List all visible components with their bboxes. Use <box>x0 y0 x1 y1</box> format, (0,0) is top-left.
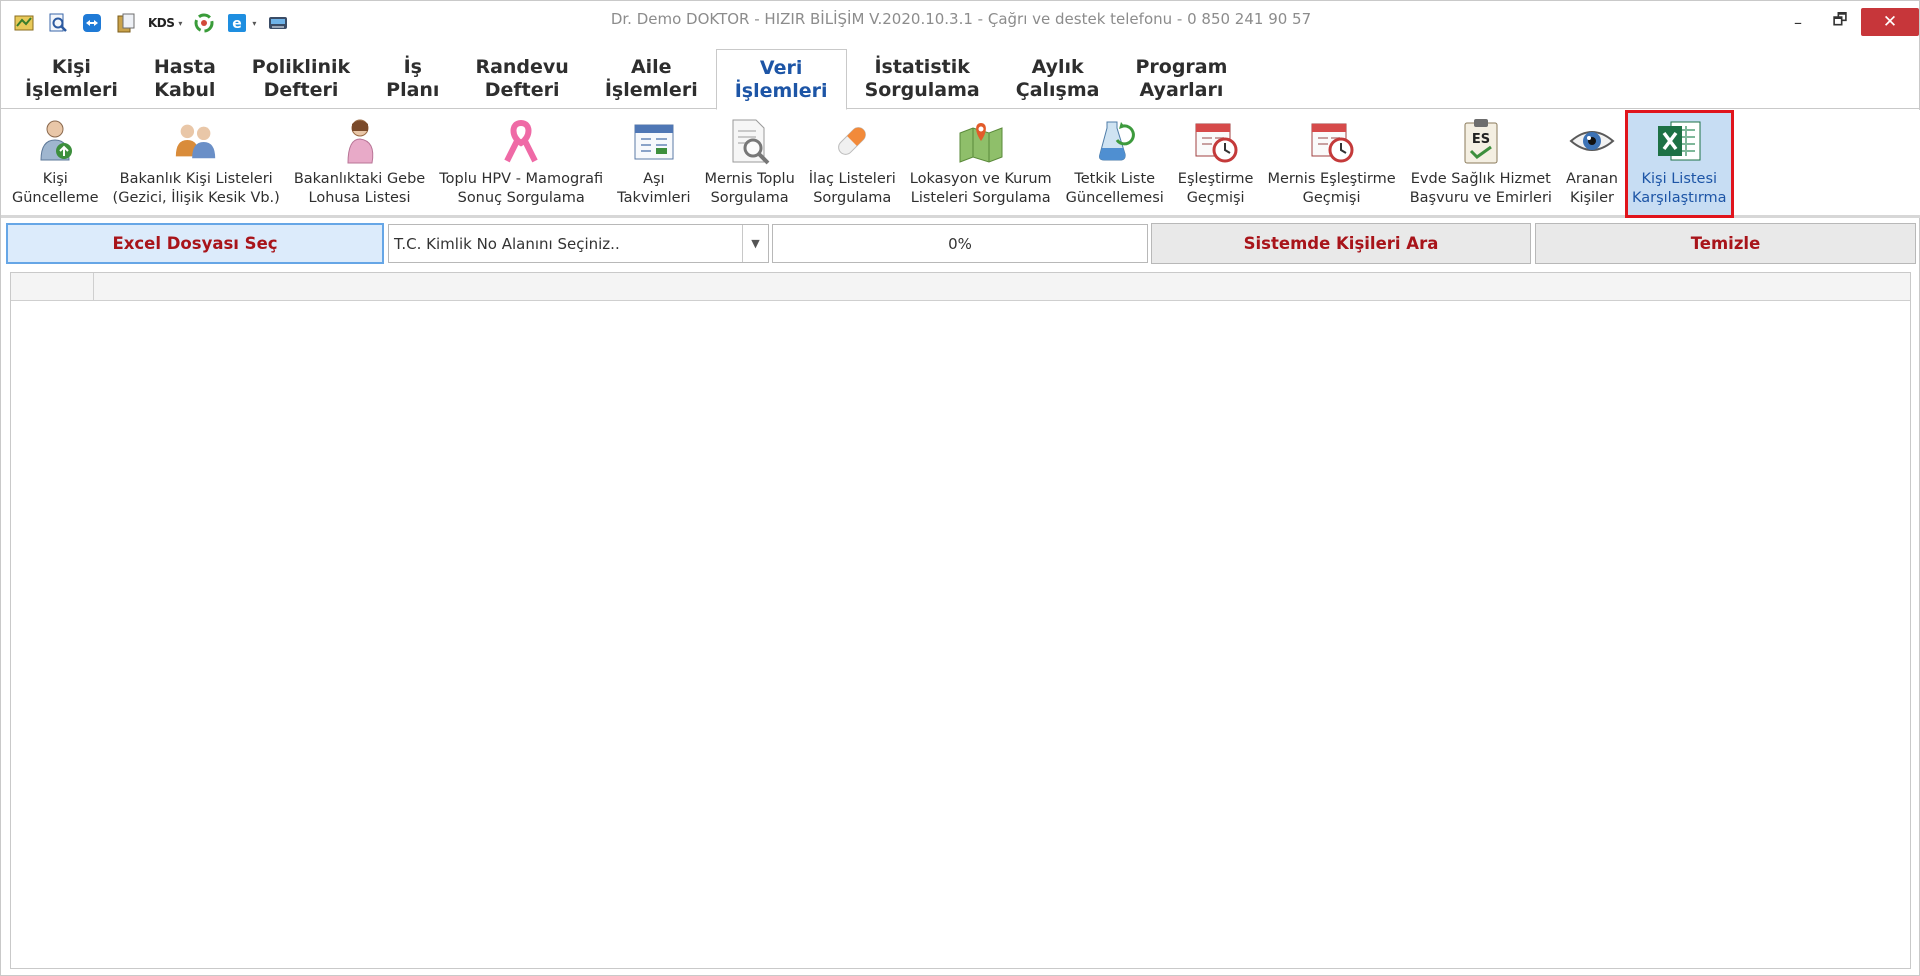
excel-file-select-button[interactable]: Excel Dosyası Seç <box>6 223 384 264</box>
ribbon-label: Tetkik Liste Güncellemesi <box>1065 171 1164 206</box>
es-clipboard-icon: ES <box>1464 119 1498 164</box>
kds-label: KDS <box>148 16 175 30</box>
tab-program-ayarlari[interactable]: Program Ayarları <box>1117 49 1245 109</box>
pink-ribbon-icon <box>504 119 538 163</box>
qat-map-button[interactable] <box>9 8 39 38</box>
ribbon-label: Toplu HPV - Mamografi Sonuç Sorgulama <box>439 171 604 206</box>
ribbon-tabs: Kişi İşlemleri Hasta Kabul Poliklinik De… <box>1 49 1920 110</box>
restore-button[interactable]: 🗗 <box>1819 8 1861 36</box>
evde-saglik-hizmet-button[interactable]: ES Evde Sağlık Hizmet Başvuru ve Emirler… <box>1403 110 1559 218</box>
toplu-hpv-mamografi-button[interactable]: Toplu HPV - Mamografi Sonuç Sorgulama <box>432 110 610 218</box>
progress-bar: 0% <box>772 224 1148 263</box>
excel-file-select-label: Excel Dosyası Seç <box>112 234 278 253</box>
eye-icon <box>1569 131 1615 151</box>
clear-button[interactable]: Temizle <box>1535 223 1916 264</box>
tab-istatistik-sorgulama[interactable]: İstatistik Sorgulama <box>847 49 998 109</box>
calendar-clock-icon <box>1311 123 1354 163</box>
es-text: ES <box>1472 132 1490 147</box>
grid-header <box>11 273 1910 301</box>
calendar-icon <box>634 124 674 160</box>
progress-text: 0% <box>948 234 972 253</box>
clear-label: Temizle <box>1690 234 1761 253</box>
aranan-kisiler-button[interactable]: Aranan Kişiler <box>1559 110 1625 218</box>
chevron-down-icon[interactable]: ▼ <box>742 225 768 262</box>
tab-kisi-islemleri[interactable]: Kişi İşlemleri <box>7 49 136 109</box>
ribbon-label: Kişi Listesi Karşılaştırma <box>1631 171 1727 206</box>
person-update-icon <box>40 120 73 161</box>
ribbon-label: Bakanlıktaki Gebe Lohusa Listesi <box>293 171 426 206</box>
tc-column-select[interactable]: T.C. Kimlik No Alanını Seçiniz.. ▼ <box>388 224 769 263</box>
document-search-icon <box>732 119 770 165</box>
title-bar: KDS ▾ e ▾ Dr. Demo DOKTOR - HIZIR BİLİŞİ… <box>1 1 1920 45</box>
command-row: Excel Dosyası Seç T.C. Kimlik No Alanını… <box>6 223 1916 265</box>
ribbon-label: Eşleştirme Geçmişi <box>1177 171 1254 206</box>
application-window: KDS ▾ e ▾ Dr. Demo DOKTOR - HIZIR BİLİŞİ… <box>0 0 1920 976</box>
minimize-button[interactable]: – <box>1777 8 1819 36</box>
bakanlik-kisi-listeleri-button[interactable]: Bakanlık Kişi Listeleri (Gezici, İlişik … <box>106 110 287 218</box>
ribbon-label: Mernis Toplu Sorgulama <box>704 171 795 206</box>
lokasyon-kurum-listeleri-button[interactable]: Lokasyon ve Kurum Listeleri Sorgulama <box>903 110 1059 218</box>
map-pin-icon <box>959 123 1003 163</box>
ribbon-label: Aranan Kişiler <box>1565 171 1618 206</box>
tab-hasta-kabul[interactable]: Hasta Kabul <box>136 49 234 109</box>
svg-text:e: e <box>233 16 243 32</box>
tc-column-select-value: T.C. Kimlik No Alanını Seçiniz.. <box>394 234 620 253</box>
excel-icon <box>1658 121 1701 161</box>
mernis-eslestirme-gecmisi-button[interactable]: Mernis Eşleştirme Geçmişi <box>1260 110 1402 218</box>
tab-poliklinik-defteri[interactable]: Poliklinik Defteri <box>234 49 368 109</box>
magnifier-document-icon <box>49 13 67 32</box>
search-people-button[interactable]: Sistemde Kişileri Ara <box>1151 223 1531 264</box>
eslestirme-gecmisi-button[interactable]: Eşleştirme Geçmişi <box>1171 110 1261 218</box>
asi-takvimleri-button[interactable]: Aşı Takvimleri <box>610 110 697 218</box>
tetkik-liste-guncellemesi-button[interactable]: Tetkik Liste Güncellemesi <box>1059 110 1171 218</box>
map-icon <box>14 15 34 31</box>
tab-aile-islemleri[interactable]: Aile İşlemleri <box>587 49 716 109</box>
row-indicator-header <box>11 273 94 300</box>
ribbon-label: Aşı Takvimleri <box>617 171 691 206</box>
tab-randevu-defteri[interactable]: Randevu Defteri <box>457 49 586 109</box>
chevron-down-icon: ▾ <box>252 18 257 28</box>
ribbon-label: Evde Sağlık Hizmet Başvuru ve Emirleri <box>1409 171 1552 206</box>
search-people-label: Sistemde Kişileri Ara <box>1243 234 1439 253</box>
ribbon-toolbar: Kişi Güncelleme Bakanlık Kişi Listeleri … <box>1 110 1920 218</box>
ilac-listeleri-sorgulama-button[interactable]: İlaç Listeleri Sorgulama <box>802 110 903 218</box>
mernis-toplu-sorgulama-button[interactable]: Mernis Toplu Sorgulama <box>698 110 802 218</box>
calendar-clock-icon <box>1195 123 1238 163</box>
qat-browser-button[interactable]: e ▾ <box>223 8 259 38</box>
close-button[interactable]: ✕ <box>1861 8 1919 36</box>
qat-clipboard-button[interactable] <box>111 8 141 38</box>
window-controls: – 🗗 ✕ <box>1777 8 1919 36</box>
quick-access-toolbar: KDS ▾ e ▾ <box>1 8 293 38</box>
qat-recycle-button[interactable] <box>189 8 219 38</box>
ribbon-label: İlaç Listeleri Sorgulama <box>808 171 896 206</box>
gebe-lohusa-listesi-button[interactable]: Bakanlıktaki Gebe Lohusa Listesi <box>287 110 432 218</box>
ribbon-label: Bakanlık Kişi Listeleri (Gezici, İlişik … <box>112 171 280 206</box>
data-grid[interactable] <box>10 272 1911 969</box>
ribbon-label: Mernis Eşleştirme Geçmişi <box>1267 171 1396 206</box>
recycle-icon <box>194 13 214 33</box>
clipboard-icon <box>117 13 135 33</box>
minimize-icon: – <box>1794 12 1802 32</box>
kisi-guncelleme-button[interactable]: Kişi Güncelleme <box>5 110 106 218</box>
chevron-down-icon: ▾ <box>178 18 183 28</box>
lab-refresh-icon <box>1098 121 1135 161</box>
tab-aylik-calisma[interactable]: Aylık Çalışma <box>998 49 1118 109</box>
scanner-icon <box>269 17 288 29</box>
ribbon-label: Kişi Güncelleme <box>12 171 99 206</box>
people-group-icon <box>176 124 216 159</box>
qat-kds-button[interactable]: KDS ▾ <box>145 8 185 38</box>
tab-veri-islemleri[interactable]: Veri İşlemleri <box>715 49 847 110</box>
tab-is-plani[interactable]: İş Planı <box>368 49 457 109</box>
qat-search-button[interactable] <box>43 8 73 38</box>
pill-icon <box>838 127 867 155</box>
qat-scanner-button[interactable] <box>263 8 293 38</box>
remote-support-icon <box>83 14 101 32</box>
browser-icon: e <box>228 14 247 32</box>
ribbon-label: Lokasyon ve Kurum Listeleri Sorgulama <box>909 171 1052 206</box>
kisi-listesi-karsilastirma-button[interactable]: Kişi Listesi Karşılaştırma <box>1624 110 1734 218</box>
restore-icon: 🗗 <box>1832 9 1848 29</box>
close-icon: ✕ <box>1882 12 1898 32</box>
pregnant-woman-icon <box>347 119 373 164</box>
qat-teamviewer-button[interactable] <box>77 8 107 38</box>
